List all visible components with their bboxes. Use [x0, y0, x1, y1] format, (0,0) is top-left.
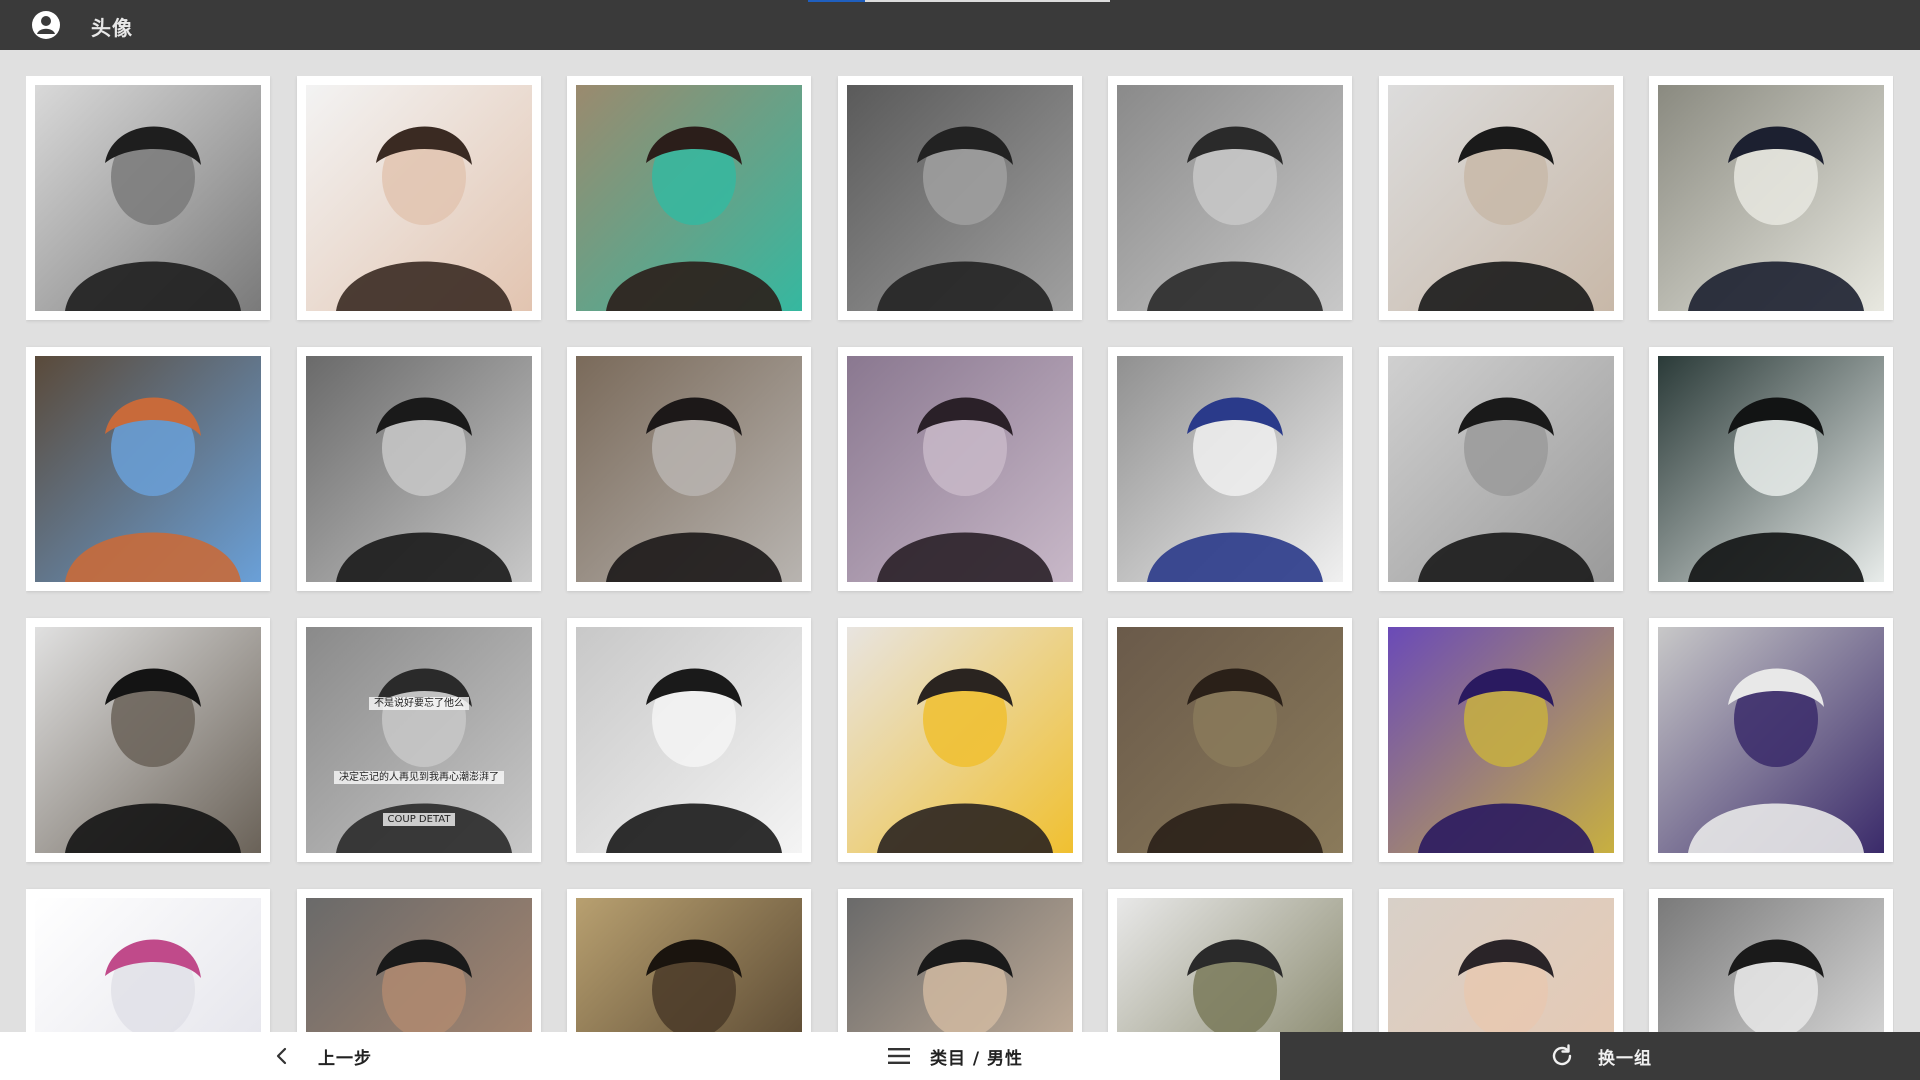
- avatar-tile[interactable]: [1108, 76, 1352, 320]
- avatar-tile[interactable]: [838, 76, 1082, 320]
- avatar-grid: 不是说好要忘了他么决定忘记的人再见到我再心潮澎湃了 COUP DETAT: [26, 76, 1894, 1032]
- avatar-image: [1117, 85, 1343, 311]
- avatar-image: [35, 85, 261, 311]
- avatar-image: [1658, 356, 1884, 582]
- avatar-image: [306, 356, 532, 582]
- avatar-tile[interactable]: [1108, 347, 1352, 591]
- avatar-tile[interactable]: [567, 347, 811, 591]
- avatar-tile[interactable]: [838, 889, 1082, 1032]
- category-label: 类目 / 男性: [930, 1048, 1024, 1069]
- avatar-tile[interactable]: 不是说好要忘了他么决定忘记的人再见到我再心潮澎湃了 COUP DETAT: [297, 618, 541, 862]
- avatar-image: [576, 898, 802, 1032]
- avatar-image: [1117, 627, 1343, 853]
- avatar-image: [576, 627, 802, 853]
- avatar-tile[interactable]: [567, 618, 811, 862]
- avatar-tile[interactable]: [1649, 618, 1893, 862]
- caption-top: 不是说好要忘了他么: [369, 697, 469, 710]
- avatar-tile[interactable]: [838, 347, 1082, 591]
- avatar-image: [1117, 898, 1343, 1032]
- chevron-left-icon: [276, 1047, 287, 1065]
- category-button[interactable]: 类目 / 男性: [886, 1032, 1023, 1080]
- avatar-tile[interactable]: [297, 347, 541, 591]
- avatar-image: [1388, 898, 1614, 1032]
- avatar-image: [1388, 85, 1614, 311]
- avatar-image: [847, 356, 1073, 582]
- avatar-tile[interactable]: [1379, 76, 1623, 320]
- caption-bottom: COUP DETAT: [382, 813, 456, 826]
- avatar-image: [576, 356, 802, 582]
- avatar-tile[interactable]: [1379, 347, 1623, 591]
- top-app-bar: 头像: [0, 0, 1920, 50]
- avatar-image: [35, 627, 261, 853]
- previous-step-button[interactable]: 上一步: [270, 1032, 372, 1080]
- avatar-tile[interactable]: [838, 618, 1082, 862]
- caption-middle: 决定忘记的人再见到我再心潮澎湃了: [334, 771, 504, 784]
- swap-group-label: 换一组: [1598, 1048, 1652, 1069]
- page-title: 头像: [91, 16, 133, 40]
- avatar-image: [576, 85, 802, 311]
- avatar-image: [847, 85, 1073, 311]
- swap-group-button[interactable]: 换一组: [1280, 1032, 1920, 1080]
- avatar-image: [847, 627, 1073, 853]
- avatar-tile[interactable]: [567, 889, 811, 1032]
- avatar-image: [1388, 356, 1614, 582]
- avatar-image: [306, 898, 532, 1032]
- avatar-tile[interactable]: [26, 76, 270, 320]
- avatar-image: [35, 356, 261, 582]
- menu-icon: [888, 1048, 910, 1064]
- previous-step-label: 上一步: [318, 1048, 372, 1069]
- avatar-tile[interactable]: [1108, 618, 1352, 862]
- avatar-image: [1658, 898, 1884, 1032]
- avatar-image: [1117, 356, 1343, 582]
- avatar-image: [847, 898, 1073, 1032]
- avatar-tile[interactable]: [1649, 76, 1893, 320]
- avatar-tile[interactable]: [297, 889, 541, 1032]
- refresh-icon: [1552, 1044, 1572, 1066]
- avatar-image: [35, 898, 261, 1032]
- avatar-tile[interactable]: [567, 76, 811, 320]
- avatar-tile[interactable]: [297, 76, 541, 320]
- progress-bar: [808, 0, 1110, 2]
- avatar-image: [1388, 627, 1614, 853]
- avatar-tile[interactable]: [26, 889, 270, 1032]
- progress-fill: [808, 0, 866, 2]
- avatar-tile[interactable]: [26, 347, 270, 591]
- bottom-bar: 上一步 类目 / 男性 换一组: [0, 1032, 1920, 1080]
- avatar-image: [1658, 85, 1884, 311]
- avatar-image: [306, 85, 532, 311]
- avatar-tile[interactable]: [1379, 889, 1623, 1032]
- avatar-tile[interactable]: [1379, 618, 1623, 862]
- avatar-tile[interactable]: [1649, 889, 1893, 1032]
- avatar-tile[interactable]: [1649, 347, 1893, 591]
- account-circle-icon: [32, 11, 60, 39]
- avatar-image: [1658, 627, 1884, 853]
- avatar-tile[interactable]: [26, 618, 270, 862]
- avatar-tile[interactable]: [1108, 889, 1352, 1032]
